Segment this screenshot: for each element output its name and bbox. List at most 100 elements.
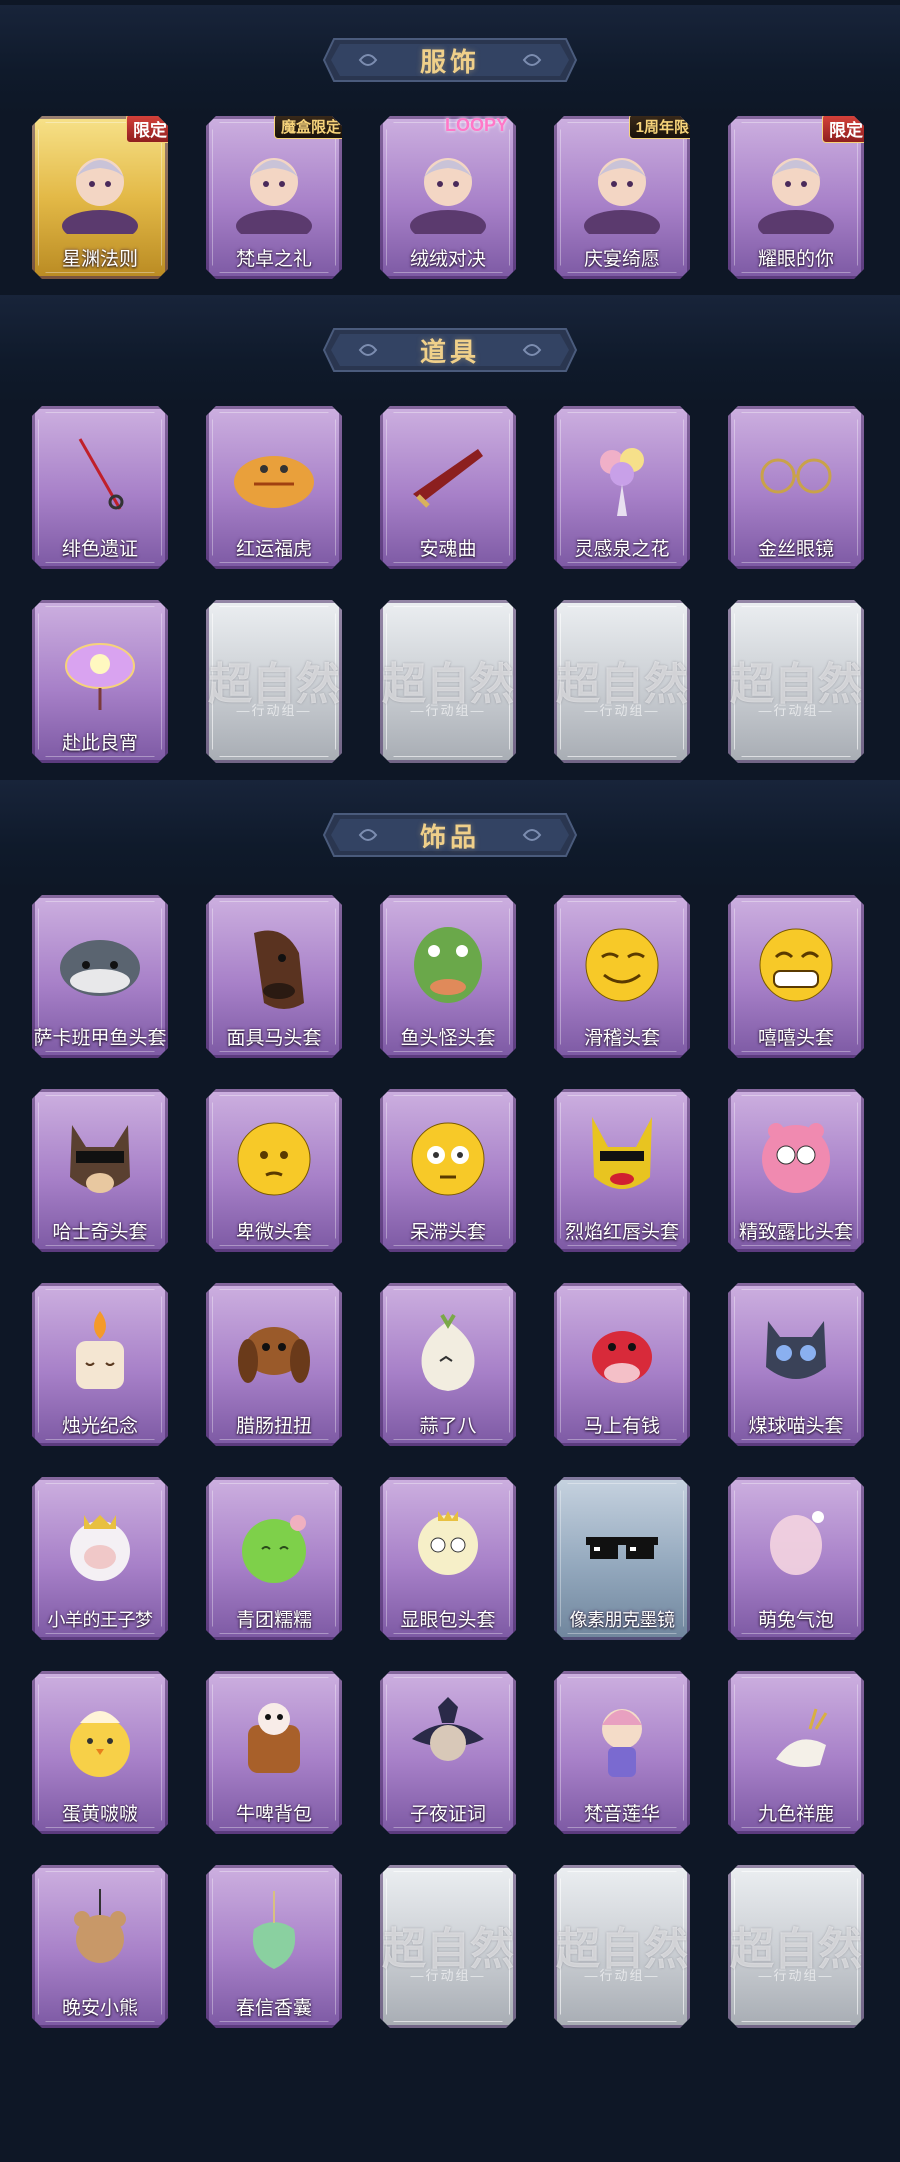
item-name: 腊肠扭扭 (235, 1416, 312, 1437)
deer-icon (746, 1689, 846, 1789)
item-card[interactable]: 赴此良宵 (32, 600, 168, 763)
owl-figure-icon (398, 1689, 498, 1789)
bouquet-icon (572, 424, 672, 524)
item-card[interactable]: 青团糯糯 (206, 1477, 342, 1640)
pixel-sunglasses-icon (572, 1495, 672, 1595)
item-name: 安魂曲 (419, 539, 477, 560)
green-dumpling-icon (224, 1495, 324, 1595)
item-card[interactable]: 腊肠扭扭 (206, 1283, 342, 1446)
section-header: 道具 (320, 325, 580, 375)
fishhead-mask-icon (398, 913, 498, 1013)
item-name: 梵卓之礼 (235, 249, 312, 270)
bunny-bubble-icon (746, 1495, 846, 1595)
empty-item-slot: 超自然 —行动组— (380, 1865, 516, 2028)
item-name: 春信香囊 (235, 1998, 312, 2019)
empty-item-slot: 超自然 —行动组— (728, 1865, 864, 2028)
dachshund-icon (224, 1301, 324, 1401)
item-card[interactable]: 像素朋克墨镜 (554, 1477, 690, 1640)
item-name: 金丝眼镜 (757, 539, 834, 560)
candle-icon (50, 1301, 150, 1401)
item-name: 像素朋克墨镜 (569, 1610, 676, 1630)
item-name: 蛋黄啵啵 (61, 1804, 138, 1825)
limited-badge: LOOPY (444, 116, 508, 135)
item-name: 小羊的王子梦 (47, 1610, 154, 1630)
item-name: 滑稽头套 (583, 1028, 660, 1049)
item-name: 红运福虎 (235, 539, 312, 560)
empty-item-slot: 超自然 —行动组— (380, 600, 516, 763)
item-card[interactable]: 子夜证词 (380, 1671, 516, 1834)
item-card[interactable]: 蒜了八 (380, 1283, 516, 1446)
item-name: 梵音莲华 (583, 1804, 660, 1825)
costume-portrait-icon (746, 134, 846, 234)
item-name: 煤球喵头套 (748, 1416, 844, 1437)
item-card[interactable]: 烛光纪念 (32, 1283, 168, 1446)
rapier-icon (50, 424, 150, 524)
slot-watermark-subtitle: —行动组— (236, 703, 312, 718)
item-card[interactable]: 鱼头怪头套 (380, 895, 516, 1058)
item-card[interactable]: 晚安小熊 (32, 1865, 168, 2028)
empty-item-slot: 超自然 —行动组— (728, 600, 864, 763)
limited-badge: 魔盒限定 (273, 116, 342, 139)
item-name: 晚安小熊 (61, 1998, 138, 2019)
item-card[interactable]: 灵感泉之花 (554, 406, 690, 569)
fish-mask-icon (50, 913, 150, 1013)
blade-icon (398, 424, 498, 524)
item-card[interactable]: 九色祥鹿 (728, 1671, 864, 1834)
item-card[interactable]: 金丝眼镜 (728, 406, 864, 569)
tiger-plush-icon (224, 424, 324, 524)
item-name: 呆滞头套 (409, 1222, 486, 1243)
item-card[interactable]: 限定 耀眼的你 (728, 116, 864, 279)
item-card[interactable]: 绯色遗证 (32, 406, 168, 569)
item-card[interactable]: 精致露比头套 (728, 1089, 864, 1252)
empty-item-slot: 超自然 —行动组— (554, 1865, 690, 2028)
item-name: 灵感泉之花 (574, 539, 670, 560)
item-card[interactable]: 滑稽头套 (554, 895, 690, 1058)
item-card[interactable]: 安魂曲 (380, 406, 516, 569)
item-card[interactable]: 哈士奇头套 (32, 1089, 168, 1252)
item-name: 鱼头怪头套 (400, 1028, 496, 1049)
item-card[interactable]: 卑微头套 (206, 1089, 342, 1252)
item-card[interactable]: 牛啤背包 (206, 1671, 342, 1834)
item-card[interactable]: 马上有钱 (554, 1283, 690, 1446)
item-card[interactable]: 梵音莲华 (554, 1671, 690, 1834)
section-title: 饰品 (419, 821, 480, 852)
grin-emoji-icon (746, 913, 846, 1013)
item-card[interactable]: 限定 星渊法则 (32, 116, 168, 279)
costume-portrait-icon (398, 134, 498, 234)
item-card[interactable]: 显眼包头套 (380, 1477, 516, 1640)
item-card[interactable]: 呆滞头套 (380, 1089, 516, 1252)
glasses-icon (746, 424, 846, 524)
bulb-head-icon (398, 1495, 498, 1595)
item-card[interactable]: 萌兔气泡 (728, 1477, 864, 1640)
item-name: 青团糯糯 (235, 1610, 312, 1631)
red-horse-icon (572, 1301, 672, 1401)
item-name: 精致露比头套 (738, 1222, 853, 1243)
item-card[interactable]: 1周年限 庆宴绮愿 (554, 116, 690, 279)
item-name: 星渊法则 (61, 249, 138, 270)
item-name: 九色祥鹿 (757, 1804, 834, 1825)
item-card[interactable]: LOOPY 绒绒对决 (380, 116, 516, 279)
item-name: 耀眼的你 (757, 249, 834, 270)
chibi-figure-icon (572, 1689, 672, 1789)
item-card[interactable]: 嘻嘻头套 (728, 895, 864, 1058)
bear-charm-icon (50, 1883, 150, 1983)
garlic-icon (398, 1301, 498, 1401)
item-name: 萌兔气泡 (757, 1610, 834, 1631)
item-name: 烛光纪念 (61, 1416, 138, 1437)
item-card[interactable]: 萨卡班甲鱼头套 (32, 895, 168, 1058)
collection-page: 服饰 限定 星渊法则 魔盒限定 梵卓之礼 LOOPY 绒绒对决 1周年限 庆宴绮愿 限定 耀眼的你道… (0, 0, 900, 2162)
humble-emoji-icon (224, 1107, 324, 1207)
slot-watermark-subtitle: —行动组— (410, 703, 486, 718)
item-card[interactable]: 小羊的王子梦 (32, 1477, 168, 1640)
item-card[interactable]: 魔盒限定梵卓之礼 (206, 116, 342, 279)
item-name: 子夜证词 (409, 1804, 486, 1825)
item-card[interactable]: 面具马头套 (206, 895, 342, 1058)
item-name: 蒜了八 (419, 1416, 477, 1437)
item-card[interactable]: 春信香囊 (206, 1865, 342, 2028)
dazed-emoji-icon (398, 1107, 498, 1207)
item-card[interactable]: 蛋黄啵啵 (32, 1671, 168, 1834)
item-card[interactable]: 煤球喵头套 (728, 1283, 864, 1446)
item-card[interactable]: 烈焰红唇头套 (554, 1089, 690, 1252)
section-header: 饰品 (320, 810, 580, 860)
item-card[interactable]: 红运福虎 (206, 406, 342, 569)
